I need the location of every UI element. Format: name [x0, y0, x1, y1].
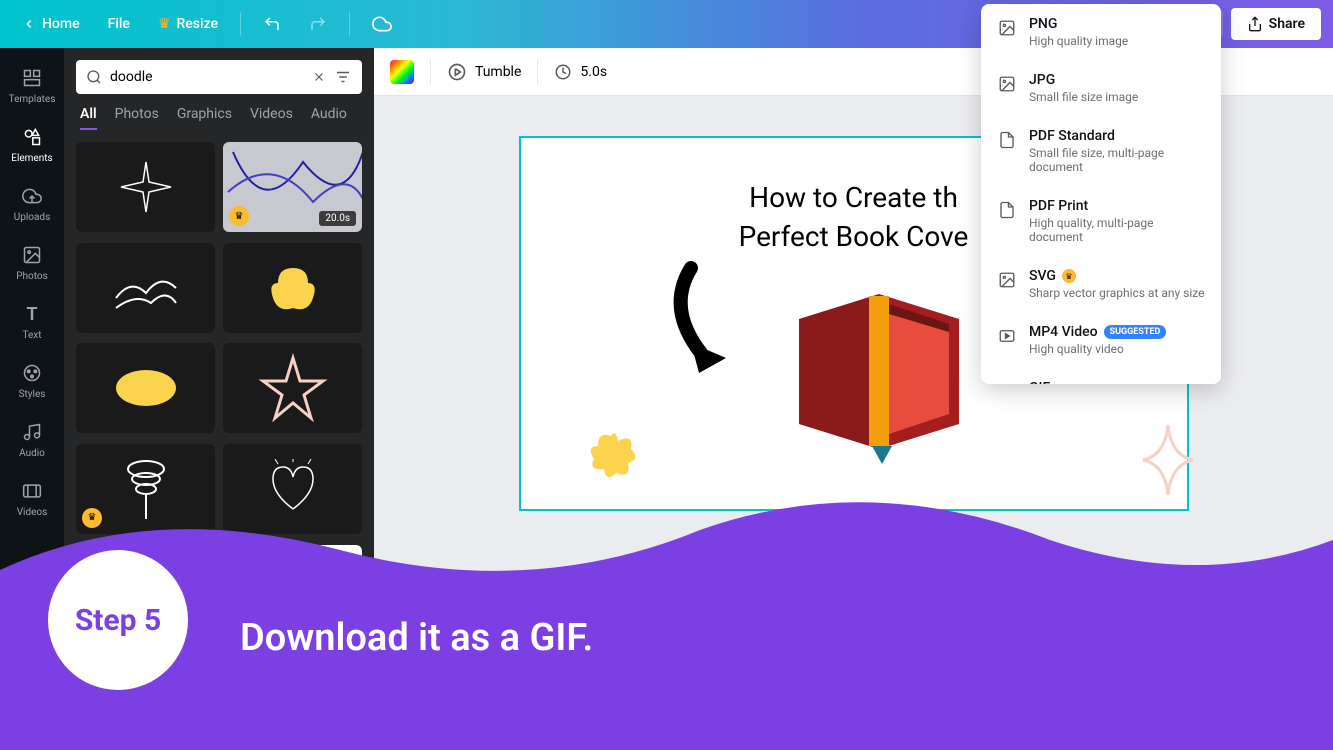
clock-icon — [554, 63, 572, 81]
crown-badge: ♛ — [229, 206, 249, 226]
step-badge: Step 5 — [48, 550, 188, 690]
duration-badge: 20.0s — [319, 211, 356, 226]
search-input[interactable] — [110, 69, 304, 85]
tab-photos[interactable]: Photos — [115, 106, 159, 130]
dd-option-png[interactable]: PNGHigh quality image — [981, 4, 1221, 60]
crown-icon: ♛ — [158, 16, 171, 32]
separator — [430, 60, 431, 84]
resize-button[interactable]: ♛ Resize — [148, 10, 228, 38]
search-icon — [86, 69, 102, 85]
arrow-graphic — [661, 258, 761, 378]
share-button[interactable]: Share — [1231, 8, 1321, 40]
cloud-button[interactable] — [362, 8, 402, 40]
image-icon — [997, 18, 1017, 38]
dd-option-mp4[interactable]: MP4 VideoSUGGESTEDHigh quality video — [981, 312, 1221, 368]
resize-label: Resize — [177, 16, 219, 32]
result-thumb[interactable] — [223, 343, 362, 433]
filter-icon[interactable] — [334, 68, 352, 86]
check-icon: ✓ — [1192, 380, 1205, 384]
result-thumb[interactable] — [76, 142, 215, 232]
home-label: Home — [42, 16, 80, 32]
suggested-badge: SUGGESTED — [1104, 325, 1167, 339]
canvas-heading: How to Create thPerfect Book Cove — [739, 178, 969, 256]
dd-option-jpg[interactable]: JPGSmall file size image — [981, 60, 1221, 116]
rail-elements[interactable]: Elements — [0, 115, 64, 174]
dd-option-pdf-standard[interactable]: PDF StandardSmall file size, multi-page … — [981, 116, 1221, 186]
tutorial-overlay — [0, 490, 1333, 750]
tab-audio[interactable]: Audio — [311, 106, 347, 130]
color-picker[interactable] — [390, 60, 414, 84]
search-bar — [76, 60, 362, 94]
separator — [240, 12, 241, 36]
dd-option-svg[interactable]: SVG♛Sharp vector graphics at any size — [981, 256, 1221, 312]
file-button[interactable]: File — [98, 10, 140, 38]
tab-videos[interactable]: Videos — [250, 106, 293, 130]
step-instruction: Download it as a GIF. — [240, 616, 593, 660]
share-icon — [1247, 16, 1263, 32]
dd-option-pdf-print[interactable]: PDF PrintHigh quality, multi-page docume… — [981, 186, 1221, 256]
result-thumb[interactable] — [76, 343, 215, 433]
image-icon — [997, 270, 1017, 290]
tab-all[interactable]: All — [80, 106, 97, 130]
document-icon — [997, 130, 1017, 150]
animate-icon — [447, 62, 467, 82]
result-thumb[interactable] — [76, 243, 215, 333]
undo-button[interactable] — [253, 9, 291, 39]
rail-uploads[interactable]: Uploads — [0, 174, 64, 233]
sparkle-graphic — [1138, 420, 1198, 500]
document-icon — [997, 200, 1017, 220]
book-graphic — [774, 274, 934, 424]
rail-audio[interactable]: Audio — [0, 410, 64, 469]
rail-templates[interactable]: Templates — [0, 56, 64, 115]
separator — [349, 12, 350, 36]
crown-icon: ♛ — [1062, 269, 1076, 283]
file-type-dropdown: PNGHigh quality image JPGSmall file size… — [981, 4, 1221, 384]
dd-option-gif[interactable]: GIFShort clip, no sound ✓ — [981, 368, 1221, 384]
clear-icon[interactable] — [312, 70, 326, 84]
rail-photos[interactable]: Photos — [0, 233, 64, 292]
image-icon — [997, 74, 1017, 94]
rainbow-icon — [390, 60, 414, 84]
result-thumb[interactable]: ♛ 20.0s — [223, 142, 362, 232]
search-tabs: All Photos Graphics Videos Audio — [76, 94, 362, 138]
rail-text[interactable]: TText — [0, 292, 64, 351]
tab-graphics[interactable]: Graphics — [177, 106, 232, 130]
video-icon — [997, 326, 1017, 346]
flower-doodle — [576, 421, 646, 491]
duration-button[interactable]: 5.0s — [554, 63, 607, 81]
home-button[interactable]: Home — [12, 10, 90, 38]
gif-icon — [997, 382, 1017, 384]
chevron-left-icon — [22, 17, 36, 31]
animate-button[interactable]: Tumble — [447, 62, 521, 82]
redo-button[interactable] — [299, 9, 337, 39]
rail-styles[interactable]: Styles — [0, 351, 64, 410]
separator — [537, 60, 538, 84]
result-thumb[interactable] — [223, 243, 362, 333]
